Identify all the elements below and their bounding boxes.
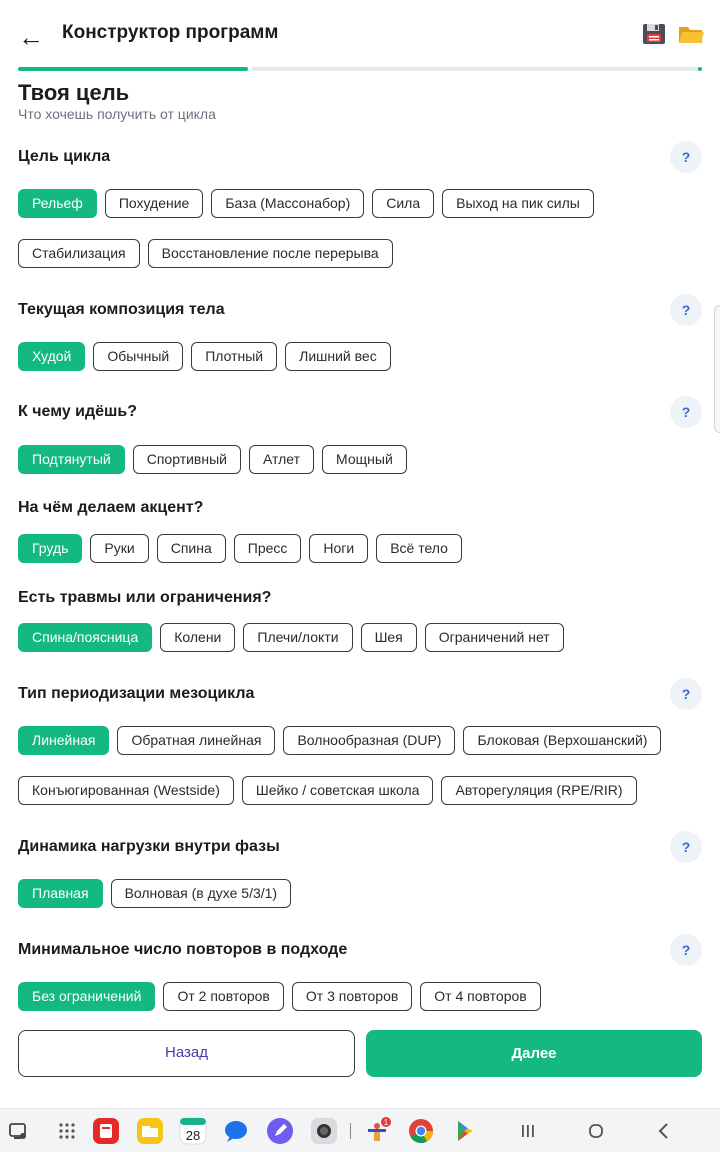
- section-title-goal: Цель цикла: [18, 148, 111, 165]
- page-header-title: Конструктор программ: [62, 22, 279, 43]
- taskbar-divider: [350, 1123, 351, 1139]
- camera-icon[interactable]: [310, 1117, 338, 1145]
- option-chip[interactable]: Ноги: [309, 534, 369, 563]
- section-title-periodization: Тип периодизации мезоцикла: [18, 685, 255, 702]
- red-app-icon[interactable]: [92, 1117, 120, 1145]
- chip-row-target: Подтянутый Спортивный Атлет Мощный: [18, 445, 407, 474]
- option-chip[interactable]: Плавная: [18, 879, 103, 908]
- option-chip[interactable]: От 4 повторов: [420, 982, 541, 1011]
- progress-track: [252, 67, 702, 71]
- back-nav-icon[interactable]: [650, 1117, 678, 1145]
- system-taskbar: 28 1: [0, 1108, 720, 1152]
- page-title: Твоя цель: [18, 80, 130, 105]
- option-chip[interactable]: Всё тело: [376, 534, 462, 563]
- option-chip[interactable]: Лишний вес: [285, 342, 391, 371]
- open-folder-icon[interactable]: [677, 20, 705, 48]
- help-button-periodization[interactable]: ?: [670, 678, 702, 710]
- chip-row-goal-2: Стабилизация Восстановление после перерыв…: [18, 239, 393, 268]
- chip-row-periodization-2: Конъюгированная (Westside) Шейко / советс…: [18, 776, 637, 805]
- help-button-target[interactable]: ?: [670, 396, 702, 428]
- option-chip[interactable]: Волнообразная (DUP): [283, 726, 456, 755]
- option-chip[interactable]: Колени: [160, 623, 236, 652]
- help-button-min-reps[interactable]: ?: [670, 934, 702, 966]
- help-button-goal[interactable]: ?: [670, 141, 702, 173]
- edge-panel-handle[interactable]: [714, 305, 720, 433]
- section-title-injuries: Есть травмы или ограничения?: [18, 589, 272, 606]
- option-chip[interactable]: Шея: [360, 623, 417, 652]
- help-button-dynamics[interactable]: ?: [670, 831, 702, 863]
- option-chip[interactable]: Пресс: [233, 534, 302, 563]
- option-chip[interactable]: Выход на пик силы: [442, 189, 594, 218]
- option-chip[interactable]: От 3 повторов: [291, 982, 413, 1011]
- chip-row-periodization-1: Линейная Обратная линейная Волнообразная (…: [18, 726, 662, 755]
- chip-row-goal-1: Рельеф Похудение База (Массонабор) Сила Выхо…: [18, 189, 594, 218]
- option-chip[interactable]: Спина/поясница: [18, 623, 153, 652]
- option-chip[interactable]: Худой: [18, 342, 86, 371]
- chip-row-dynamics: Плавная Волновая (в духе 5/3/1): [18, 879, 292, 908]
- option-chip[interactable]: Стабилизация: [18, 239, 140, 268]
- fitness-app-icon[interactable]: 1: [364, 1117, 392, 1145]
- section-title-min-reps: Минимальное число повторов в подходе: [18, 941, 348, 958]
- option-chip[interactable]: Линейная: [18, 726, 110, 755]
- option-chip[interactable]: От 2 повторов: [163, 982, 284, 1011]
- chip-row-injuries: Спина/поясница Колени Плечи/локти Шея Ограни…: [18, 623, 564, 652]
- svg-text:28: 28: [186, 1128, 200, 1143]
- section-title-focus: На чём делаем акцент?: [18, 499, 204, 516]
- option-chip[interactable]: Спина: [156, 534, 226, 563]
- screen-icon[interactable]: [4, 1117, 32, 1145]
- app-header: ← Конструктор программ: [0, 0, 720, 64]
- progress-fill: [18, 67, 248, 71]
- home-icon[interactable]: [582, 1117, 610, 1145]
- help-button-body[interactable]: ?: [670, 294, 702, 326]
- option-chip[interactable]: Волновая (в духе 5/3/1): [110, 879, 292, 908]
- option-chip[interactable]: Рельеф: [18, 189, 97, 218]
- option-chip[interactable]: Ограничений нет: [424, 623, 564, 652]
- section-title-target: К чему идёшь?: [18, 403, 137, 420]
- section-title-dynamics: Динамика нагрузки внутри фазы: [18, 838, 280, 855]
- files-folder-icon[interactable]: [136, 1117, 164, 1145]
- chip-row-min-reps: Без ограничений От 2 повторов От 3 повторо…: [18, 982, 541, 1011]
- option-chip[interactable]: Блоковая (Верхошанский): [463, 726, 662, 755]
- svg-text:1: 1: [384, 1118, 389, 1127]
- chrome-icon[interactable]: [407, 1117, 435, 1145]
- back-arrow-icon[interactable]: ←: [18, 22, 48, 52]
- option-chip[interactable]: Плотный: [191, 342, 278, 371]
- back-button[interactable]: Назад: [18, 1030, 355, 1077]
- option-chip[interactable]: Восстановление после перерыва: [147, 239, 393, 268]
- option-chip[interactable]: Похудение: [104, 189, 204, 218]
- option-chip[interactable]: Плечи/локти: [243, 623, 353, 652]
- option-chip[interactable]: Без ограничений: [18, 982, 156, 1011]
- next-button[interactable]: Далее: [366, 1030, 702, 1077]
- option-chip[interactable]: Конъюгированная (Westside): [18, 776, 234, 805]
- option-chip[interactable]: Авторегуляция (RPE/RIR): [441, 776, 637, 805]
- option-chip[interactable]: Обычный: [93, 342, 184, 371]
- option-chip[interactable]: Шейко / советская школа: [241, 776, 434, 805]
- save-icon[interactable]: [640, 20, 668, 48]
- option-chip[interactable]: Грудь: [18, 534, 83, 563]
- option-chip[interactable]: Спортивный: [132, 445, 241, 474]
- option-chip[interactable]: Руки: [90, 534, 149, 563]
- app-grid-icon[interactable]: [53, 1117, 81, 1145]
- option-chip[interactable]: Обратная линейная: [117, 726, 276, 755]
- play-store-icon[interactable]: [451, 1117, 479, 1145]
- step-progress-bar: [18, 67, 702, 71]
- progress-end-dot: [698, 67, 702, 71]
- chip-row-body: Худой Обычный Плотный Лишний вес: [18, 342, 391, 371]
- recents-icon[interactable]: [514, 1117, 542, 1145]
- option-chip[interactable]: Сила: [372, 189, 435, 218]
- notes-pen-icon[interactable]: [266, 1117, 294, 1145]
- option-chip[interactable]: Подтянутый: [18, 445, 125, 474]
- chip-row-focus: Грудь Руки Спина Пресс Ноги Всё тело: [18, 534, 462, 563]
- messages-icon[interactable]: [222, 1117, 250, 1145]
- option-chip[interactable]: Атлет: [248, 445, 315, 474]
- calendar-icon[interactable]: 28: [179, 1117, 207, 1145]
- option-chip[interactable]: База (Массонабор): [211, 189, 365, 218]
- option-chip[interactable]: Мощный: [322, 445, 407, 474]
- section-title-body: Текущая композиция тела: [18, 301, 225, 318]
- page-subtitle: Что хочешь получить от цикла: [18, 106, 216, 122]
